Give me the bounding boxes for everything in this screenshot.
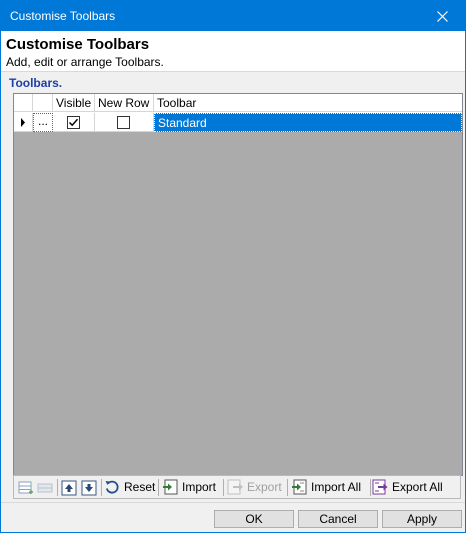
grid-header: Visible New Row Toolbar bbox=[14, 94, 462, 113]
toolbar-separator bbox=[223, 479, 224, 496]
table-row[interactable]: ... Standard bbox=[14, 113, 462, 132]
column-header-toolbar[interactable]: Toolbar bbox=[154, 94, 462, 112]
dialog-header: Customise Toolbars Add, edit or arrange … bbox=[1, 31, 465, 72]
triangle-right-icon bbox=[21, 118, 25, 127]
remove-row-button[interactable] bbox=[37, 480, 53, 496]
divider bbox=[1, 502, 465, 503]
reset-icon bbox=[105, 480, 119, 494]
move-down-icon bbox=[81, 480, 97, 496]
window-title: Customise Toolbars bbox=[10, 9, 116, 23]
export-label: Export bbox=[247, 480, 282, 494]
move-up-button[interactable] bbox=[61, 480, 77, 496]
cancel-button[interactable]: Cancel bbox=[298, 510, 378, 528]
export-icon bbox=[227, 479, 243, 495]
header-row-indicator bbox=[14, 94, 33, 112]
export-button[interactable]: Export bbox=[227, 476, 282, 498]
remove-row-icon bbox=[37, 483, 53, 493]
toolbar-separator bbox=[370, 479, 371, 496]
import-all-button[interactable]: Import All bbox=[291, 476, 361, 498]
close-icon bbox=[436, 10, 448, 22]
reset-label: Reset bbox=[124, 480, 156, 494]
page-subtitle: Add, edit or arrange Toolbars. bbox=[6, 55, 164, 69]
toolbar-separator bbox=[158, 479, 159, 496]
page-title: Customise Toolbars bbox=[6, 36, 150, 53]
customise-toolbars-dialog: Customise Toolbars Customise Toolbars Ad… bbox=[0, 0, 466, 533]
column-header-visible[interactable]: Visible bbox=[53, 94, 95, 112]
title-bar: Customise Toolbars bbox=[1, 1, 465, 31]
column-header-new-row[interactable]: New Row bbox=[95, 94, 154, 112]
row-edit-button[interactable]: ... bbox=[33, 113, 53, 132]
visible-checkbox[interactable] bbox=[67, 116, 80, 129]
reset-button[interactable]: Reset bbox=[104, 476, 155, 498]
new-row-checkbox[interactable] bbox=[117, 116, 130, 129]
ok-button[interactable]: OK bbox=[214, 510, 294, 528]
section-label-toolbars: Toolbars. bbox=[9, 76, 63, 90]
export-all-button[interactable]: Export All bbox=[372, 476, 443, 498]
import-all-icon bbox=[292, 479, 307, 495]
toolbars-grid[interactable]: Visible New Row Toolbar ... Standard bbox=[13, 93, 463, 476]
import-icon bbox=[163, 479, 178, 495]
apply-button[interactable]: Apply bbox=[382, 510, 462, 528]
toolbar-separator bbox=[57, 479, 58, 496]
import-all-label: Import All bbox=[311, 480, 362, 494]
toolbar-separator bbox=[287, 479, 288, 496]
row-indicator[interactable] bbox=[14, 113, 33, 132]
add-row-icon bbox=[18, 481, 33, 494]
import-label: Import bbox=[182, 480, 217, 494]
import-button[interactable]: Import bbox=[162, 476, 216, 498]
move-up-icon bbox=[61, 480, 77, 496]
header-row-button bbox=[33, 94, 53, 112]
toolbar-separator bbox=[101, 479, 102, 496]
export-all-label: Export All bbox=[392, 480, 443, 494]
grid-toolbar: Reset Import Export Import All Export Al… bbox=[13, 475, 461, 499]
move-down-button[interactable] bbox=[81, 480, 97, 496]
visible-cell bbox=[53, 113, 95, 132]
close-button[interactable] bbox=[419, 1, 465, 31]
new-row-cell bbox=[95, 113, 154, 132]
add-row-button[interactable] bbox=[18, 480, 34, 496]
toolbar-name-cell[interactable]: Standard bbox=[154, 113, 462, 132]
export-all-icon bbox=[372, 479, 388, 495]
check-icon bbox=[68, 118, 79, 127]
